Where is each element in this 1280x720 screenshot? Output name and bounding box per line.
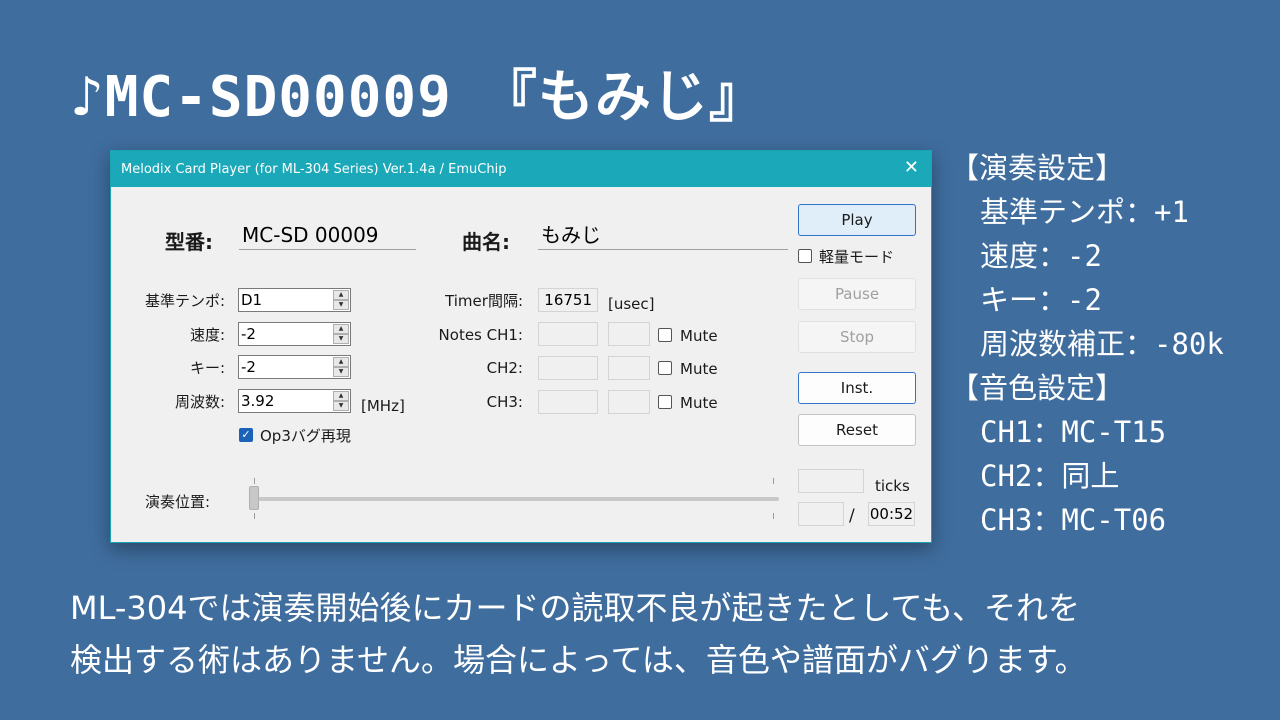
timer-label: Timer間隔:: [445, 292, 523, 310]
title-bar: Melodix Card Player (for ML-304 Series) …: [111, 151, 931, 187]
spin-down-icon[interactable]: ▼: [333, 401, 349, 411]
ch1-mute-checkbox[interactable]: [658, 328, 672, 342]
ch3-extra-field: [608, 390, 650, 414]
ch1-note-field: [538, 322, 598, 346]
slider-tick: [254, 513, 255, 519]
light-mode-label: 軽量モード: [819, 248, 895, 266]
elapsed-time-field: [798, 502, 844, 526]
spin-down-icon[interactable]: ▼: [333, 300, 349, 310]
model-label: 型番:: [165, 230, 213, 254]
page-title: ♪MC-SD00009 『もみじ』: [70, 65, 766, 130]
freq-unit: [MHz]: [361, 397, 405, 415]
ch3-mute-label: Mute: [680, 394, 718, 412]
ch2-note-field: [538, 356, 598, 380]
tempo-value: D1: [241, 291, 263, 309]
play-button[interactable]: Play: [798, 204, 916, 236]
song-field: もみじ: [538, 221, 788, 250]
ch3-note-field: [538, 390, 598, 414]
perf-setting-item: キー：-2: [980, 283, 1102, 317]
key-value: -2: [241, 358, 256, 376]
player-window: Melodix Card Player (for ML-304 Series) …: [110, 150, 932, 543]
speed-spinner[interactable]: -2 ▲ ▼: [238, 322, 351, 346]
time-separator: /: [849, 506, 855, 526]
position-slider-thumb[interactable]: [249, 486, 259, 510]
spin-down-icon[interactable]: ▼: [333, 367, 349, 377]
ticks-field: [798, 469, 864, 493]
position-slider[interactable]: [249, 497, 779, 501]
key-label: キー:: [189, 359, 225, 377]
slider-tick: [773, 478, 774, 484]
ch3-label: CH3:: [486, 393, 523, 411]
slider-tick: [254, 478, 255, 484]
perf-setting-item: 速度：-2: [980, 239, 1102, 273]
tone-settings-header: 【音色設定】: [950, 371, 1125, 405]
freq-value: 3.92: [241, 392, 275, 410]
speed-value: -2: [241, 325, 256, 343]
stop-button[interactable]: Stop: [798, 321, 916, 353]
caption-line: 検出する術はありません。場合によっては、音色や譜面がバグります。: [70, 641, 1087, 679]
ch1-extra-field: [608, 322, 650, 346]
ch1-mute-label: Mute: [680, 327, 718, 345]
freq-label: 周波数:: [174, 393, 225, 411]
key-spinner[interactable]: -2 ▲ ▼: [238, 355, 351, 379]
close-icon[interactable]: ✕: [904, 158, 919, 178]
ch2-label: CH2:: [486, 359, 523, 377]
spin-up-icon[interactable]: ▲: [333, 290, 349, 300]
caption-line: ML-304では演奏開始後にカードの読取不良が起きたとしても、それを: [70, 589, 1080, 627]
spin-down-icon[interactable]: ▼: [333, 334, 349, 344]
position-label: 演奏位置:: [145, 493, 211, 511]
ch2-extra-field: [608, 356, 650, 380]
op3-bug-label: Op3バグ再現: [260, 427, 351, 445]
settings-panel: 【演奏設定】 基準テンポ：+1 速度：-2 キー：-2 周波数補正：-80k 【…: [950, 146, 1224, 542]
spin-up-icon[interactable]: ▲: [333, 324, 349, 334]
spin-up-icon[interactable]: ▲: [333, 391, 349, 401]
perf-setting-item: 基準テンポ：+1: [980, 195, 1189, 229]
slider-tick: [773, 513, 774, 519]
pause-button[interactable]: Pause: [798, 278, 916, 310]
window-title: Melodix Card Player (for ML-304 Series) …: [121, 161, 507, 177]
notes-ch1-label: Notes CH1:: [438, 326, 523, 344]
tempo-label: 基準テンポ:: [144, 292, 225, 310]
inst-button[interactable]: Inst.: [798, 372, 916, 404]
tone-setting-item: CH2：同上: [980, 459, 1120, 493]
op3-bug-checkbox[interactable]: ✓: [239, 428, 253, 442]
reset-button[interactable]: Reset: [798, 414, 916, 446]
timer-unit: [usec]: [608, 295, 655, 313]
tempo-spinner[interactable]: D1 ▲ ▼: [238, 288, 351, 312]
freq-spinner[interactable]: 3.92 ▲ ▼: [238, 389, 351, 413]
spin-up-icon[interactable]: ▲: [333, 357, 349, 367]
speed-label: 速度:: [189, 326, 225, 344]
perf-settings-header: 【演奏設定】: [950, 151, 1125, 185]
ticks-label: ticks: [875, 477, 910, 495]
duration-field: 00:52: [868, 502, 915, 526]
caption-text: ML-304では演奏開始後にカードの読取不良が起きたとしても、それを 検出する術…: [70, 582, 1250, 686]
song-label: 曲名:: [462, 230, 510, 254]
ch2-mute-label: Mute: [680, 360, 718, 378]
ch2-mute-checkbox[interactable]: [658, 361, 672, 375]
tone-setting-item: CH3：MC-T06: [980, 503, 1167, 537]
tone-setting-item: CH1：MC-T15: [980, 415, 1167, 449]
light-mode-checkbox[interactable]: [798, 249, 812, 263]
perf-setting-item: 周波数補正：-80k: [980, 327, 1224, 361]
timer-value: 16751: [538, 288, 598, 312]
ch3-mute-checkbox[interactable]: [658, 395, 672, 409]
model-field: MC-SD 00009: [239, 221, 416, 250]
